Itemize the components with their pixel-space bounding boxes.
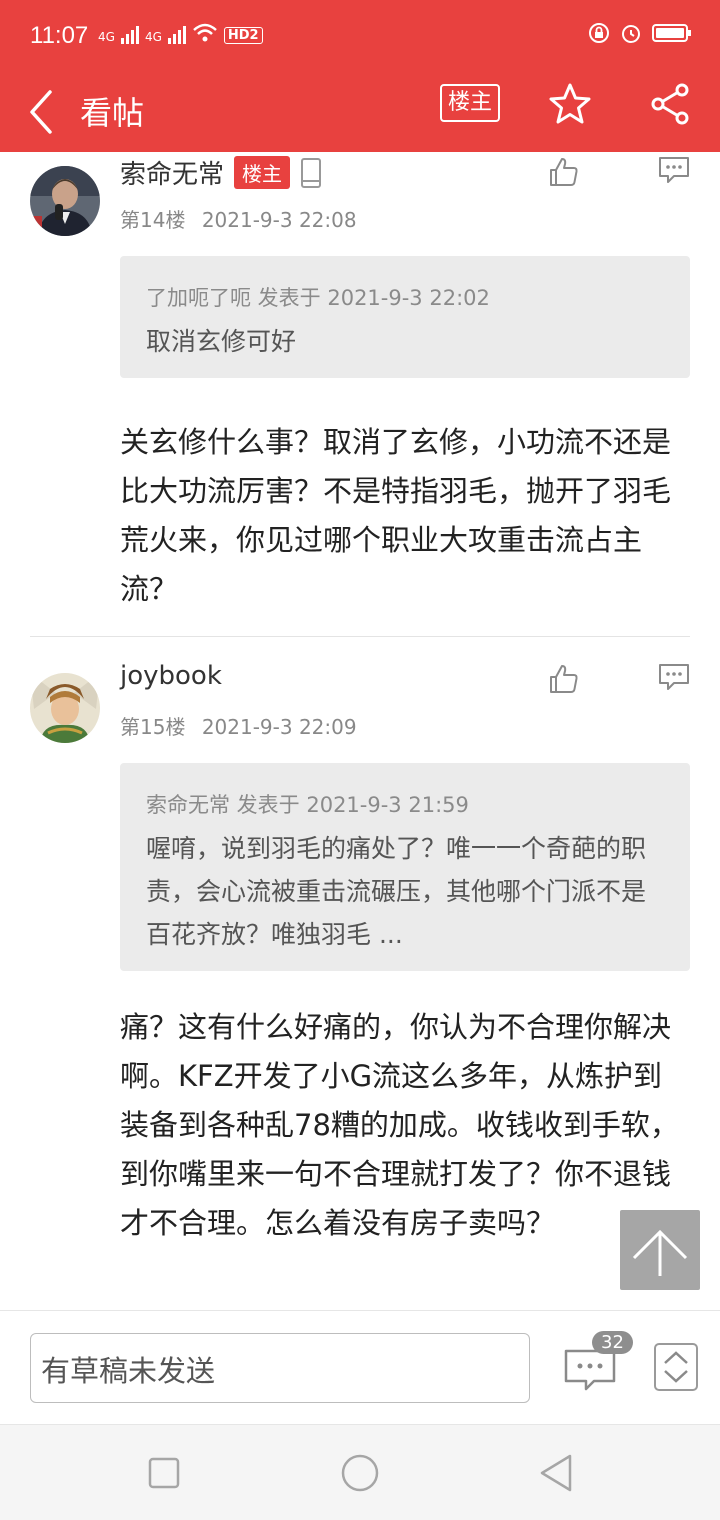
hd-indicator: HD2 — [223, 27, 263, 44]
quote-header: 索命无常 发表于 2021-9-3 21:59 — [146, 793, 469, 817]
floor-number: 第15楼 — [120, 715, 186, 739]
page-title: 看帖 — [80, 94, 145, 132]
alarm-icon — [622, 25, 640, 43]
system-nav-bar — [0, 1424, 720, 1520]
author-name[interactable]: joybook — [120, 661, 222, 691]
network-type-2: 4G — [144, 30, 162, 44]
network-type-1: 4G — [98, 30, 115, 44]
quote-block[interactable]: 索命无常 发表于 2021-9-3 21:59 喔唷，说到羽毛的痛处了？唯一一个… — [120, 763, 690, 971]
share-icon[interactable] — [648, 82, 692, 126]
back-icon[interactable] — [538, 1453, 574, 1493]
quote-header: 了加呃了呃 发表于 2021-9-3 22:02 — [146, 286, 490, 310]
floor-number: 第14楼 — [120, 208, 186, 232]
post-meta: 第15楼 2021-9-3 22:09 — [120, 711, 357, 740]
reply-icon[interactable] — [658, 663, 690, 691]
reply-icon[interactable] — [658, 156, 690, 184]
like-icon[interactable] — [548, 156, 580, 188]
favorite-star-icon[interactable] — [548, 82, 592, 126]
back-arrow-icon[interactable] — [22, 84, 58, 140]
comment-input[interactable]: 有草稿未发送 — [30, 1333, 530, 1403]
network-indicators: 4G 4G HD2 — [98, 22, 263, 44]
mobile-device-icon — [301, 157, 322, 188]
avatar[interactable] — [30, 166, 100, 236]
signal-icon — [167, 24, 186, 44]
status-bar: 11:07 4G 4G HD2 — [0, 0, 720, 72]
post-body: 痛？这有什么好痛的，你认为不合理你解决啊。KFZ开发了小G流这么多年，从炼护到装… — [120, 1010, 679, 1240]
post-time: 2021-9-3 22:08 — [201, 208, 357, 232]
status-time: 11:07 — [30, 22, 89, 49]
lock-icon — [589, 23, 609, 43]
author-row: 索命无常 楼主 — [120, 154, 322, 191]
home-icon[interactable] — [340, 1453, 380, 1493]
arrow-up-icon — [632, 1229, 688, 1276]
signal-icon — [120, 24, 139, 44]
quote-text: 喔唷，说到羽毛的痛处了？唯一一个奇葩的职责，会心流被重击流碾压，其他哪个门派不是… — [146, 834, 647, 949]
hd-number: 2 — [249, 28, 259, 43]
chevron-up-down-icon — [664, 1351, 688, 1383]
status-right — [588, 22, 692, 44]
back-to-top-button[interactable] — [620, 1210, 700, 1290]
author-row: joybook — [120, 661, 222, 691]
comment-count-badge: 32 — [592, 1331, 633, 1354]
hd-label: HD — [227, 28, 250, 43]
header-bar: 看帖 楼主 — [0, 72, 720, 152]
avatar[interactable] — [30, 673, 100, 743]
bottom-bar: 有草稿未发送 32 — [0, 1310, 720, 1424]
thread-content[interactable]: 索命无常 楼主 第14楼 2021-9-3 22:08 了加呃了呃 发表于 20… — [0, 152, 720, 1310]
quote-block[interactable]: 了加呃了呃 发表于 2021-9-3 22:02 取消玄修可好 — [120, 256, 690, 378]
owner-badge: 楼主 — [234, 156, 291, 189]
battery-icon — [652, 24, 691, 42]
post-divider — [30, 636, 690, 637]
recent-apps-icon[interactable] — [147, 1456, 181, 1490]
author-name[interactable]: 索命无常 — [120, 154, 224, 191]
owner-only-button[interactable]: 楼主 — [440, 84, 500, 122]
page-jump-button[interactable] — [654, 1343, 698, 1391]
post-body: 关玄修什么事？取消了玄修，小功流不还是比大功流厉害？不是特指羽毛，抛开了羽毛荒火… — [120, 425, 672, 606]
like-icon[interactable] — [548, 663, 580, 695]
wifi-icon — [193, 23, 217, 42]
comments-icon[interactable] — [564, 1349, 616, 1391]
quote-text: 取消玄修可好 — [146, 327, 297, 356]
post-time: 2021-9-3 22:09 — [201, 715, 357, 739]
post-meta: 第14楼 2021-9-3 22:08 — [120, 204, 357, 233]
